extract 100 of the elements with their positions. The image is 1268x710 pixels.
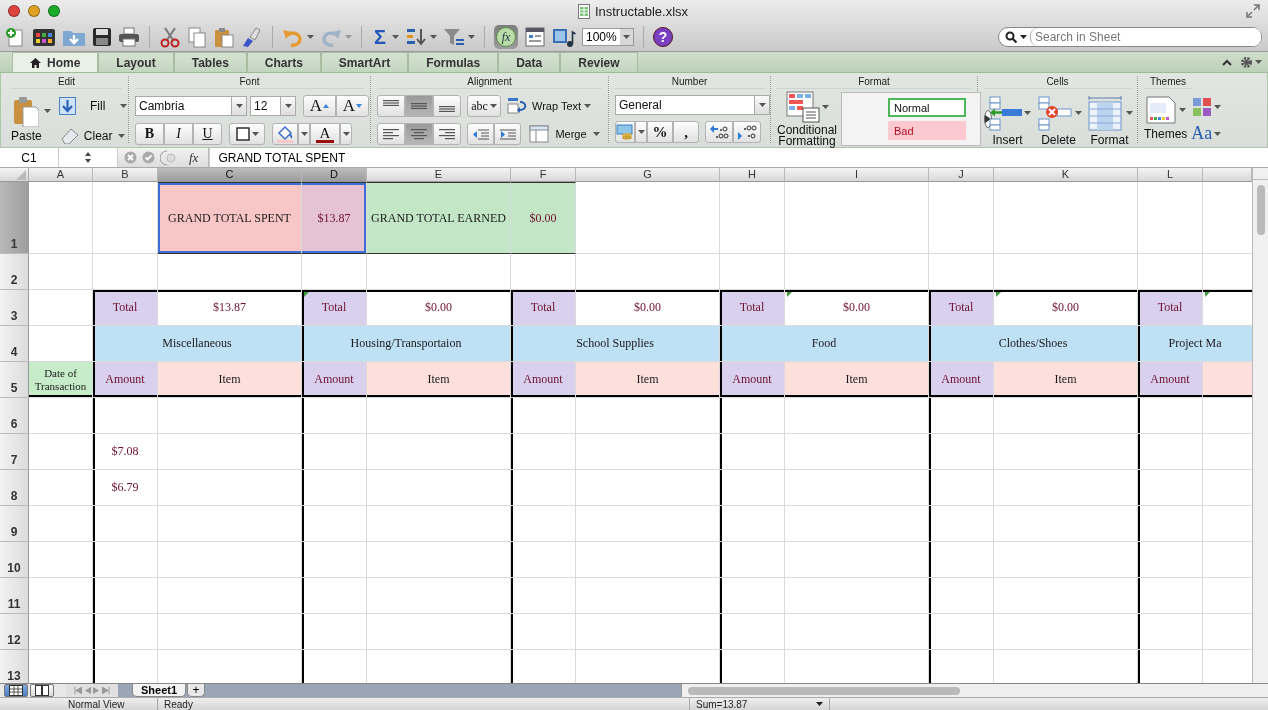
settings-icon[interactable]: [1240, 55, 1253, 69]
orientation-button[interactable]: abc: [467, 95, 501, 117]
currency-menu[interactable]: [635, 121, 647, 143]
column-header[interactable]: D: [302, 168, 367, 182]
zoom-field[interactable]: 100%: [582, 28, 634, 46]
row-header[interactable]: 11: [0, 578, 29, 614]
row-header[interactable]: 13: [0, 650, 29, 683]
view-button[interactable]: [30, 684, 54, 697]
wrap-text-button[interactable]: Wrap Text: [507, 95, 592, 117]
column-header[interactable]: [1203, 168, 1252, 182]
help-button[interactable]: ?: [653, 27, 673, 47]
decrease-indent-button[interactable]: [467, 123, 494, 145]
row-header[interactable]: 6: [0, 398, 29, 434]
sheet-tab[interactable]: Sheet1: [132, 684, 187, 697]
merge-button[interactable]: Merge: [529, 123, 600, 145]
fill-color-menu[interactable]: [298, 123, 310, 145]
zoom-button[interactable]: [48, 5, 60, 17]
close-button[interactable]: [8, 5, 20, 17]
ribbon-tab[interactable]: Home: [12, 52, 99, 72]
paste-button[interactable]: Paste: [11, 95, 42, 143]
row-header[interactable]: 9: [0, 506, 29, 542]
row-header[interactable]: 4: [0, 326, 29, 362]
row-header[interactable]: 10: [0, 542, 29, 578]
filter-icon[interactable]: [443, 26, 465, 48]
gallery-icon[interactable]: [32, 26, 56, 48]
column-header[interactable]: L: [1138, 168, 1203, 182]
brush-icon[interactable]: [241, 26, 263, 48]
add-sheet-button[interactable]: +: [187, 684, 206, 697]
align-button[interactable]: [405, 123, 433, 145]
copy-icon[interactable]: [187, 26, 207, 48]
cells-format-button[interactable]: Format: [1086, 95, 1133, 147]
conditional-formatting-button[interactable]: Conditional Formatting: [777, 91, 837, 147]
cells-delete-button[interactable]: Delete: [1035, 95, 1082, 147]
column-header[interactable]: B: [93, 168, 158, 182]
theme-fonts-button[interactable]: Aa: [1191, 123, 1222, 144]
ribbon-tab[interactable]: Charts: [246, 52, 321, 72]
column-header[interactable]: H: [720, 168, 785, 182]
percent-button[interactable]: %: [647, 121, 673, 143]
minimize-button[interactable]: [28, 5, 40, 17]
ribbon-tab[interactable]: Data: [498, 52, 561, 72]
increase-decimal-button[interactable]: [705, 121, 733, 143]
grow-font-button[interactable]: A: [303, 95, 336, 117]
new-document-icon[interactable]: [4, 26, 26, 48]
ribbon-tab[interactable]: Review: [560, 52, 638, 72]
ribbon-tab[interactable]: Tables: [173, 52, 247, 72]
column-header[interactable]: J: [929, 168, 994, 182]
formula-field[interactable]: GRAND TOTAL SPENT: [209, 148, 1268, 167]
column-header[interactable]: G: [576, 168, 720, 182]
comma-button[interactable]: ,: [673, 121, 699, 143]
view-button[interactable]: [4, 684, 28, 697]
theme-colors-icon[interactable]: [1191, 97, 1212, 117]
column-header[interactable]: E: [367, 168, 511, 182]
shrink-font-button[interactable]: A: [336, 95, 369, 117]
bold-button[interactable]: B: [135, 123, 164, 145]
italic-button[interactable]: I: [164, 123, 193, 145]
toolbox-icon[interactable]: [524, 26, 546, 48]
align-button[interactable]: [405, 95, 433, 117]
scroll-thumb[interactable]: [1256, 185, 1265, 235]
formula-builder-button[interactable]: fx: [494, 25, 518, 49]
fill-button[interactable]: Fill: [58, 95, 127, 117]
font-name-field[interactable]: Cambria: [135, 96, 247, 116]
row-header[interactable]: 8: [0, 470, 29, 506]
clipboard-icon[interactable]: [213, 26, 235, 48]
ribbon-tab[interactable]: Formulas: [408, 52, 499, 72]
font-color-button[interactable]: A: [310, 123, 340, 145]
column-header[interactable]: F: [511, 168, 576, 182]
sum-field[interactable]: Sum=13.87: [690, 698, 830, 710]
align-button[interactable]: [433, 95, 461, 117]
align-button[interactable]: [377, 95, 405, 117]
column-header[interactable]: K: [994, 168, 1138, 182]
align-button[interactable]: [377, 123, 405, 145]
ribbon-tab[interactable]: Layout: [98, 52, 174, 72]
print-icon[interactable]: [118, 26, 140, 48]
font-size-field[interactable]: 12: [250, 96, 296, 116]
cell-style-swatch[interactable]: Normal: [888, 98, 966, 117]
column-header[interactable]: I: [785, 168, 929, 182]
sort-icon[interactable]: [405, 26, 427, 48]
underline-button[interactable]: U: [193, 123, 222, 145]
film-music-icon[interactable]: [552, 26, 576, 48]
collapse-icon[interactable]: [1222, 58, 1232, 66]
decrease-decimal-button[interactable]: [733, 121, 761, 143]
row-header[interactable]: 12: [0, 614, 29, 650]
row-header[interactable]: 7: [0, 434, 29, 470]
borders-button[interactable]: [229, 123, 265, 145]
scroll-thumb[interactable]: [688, 686, 960, 695]
fill-color-button[interactable]: [272, 123, 298, 145]
enter-icon[interactable]: [142, 151, 155, 164]
autosum-button[interactable]: Σ: [371, 25, 389, 49]
cell-style-swatch[interactable]: Bad: [888, 121, 966, 140]
column-header[interactable]: A: [29, 168, 93, 182]
increase-indent-button[interactable]: [494, 123, 521, 145]
cells-insert-button[interactable]: Insert: [984, 95, 1031, 147]
align-button[interactable]: [433, 123, 461, 145]
save-icon[interactable]: [92, 26, 112, 48]
search-field[interactable]: Search in Sheet: [998, 27, 1262, 47]
scissors-icon[interactable]: [159, 26, 181, 48]
row-header[interactable]: 1: [0, 182, 29, 254]
row-header[interactable]: 5: [0, 362, 29, 398]
clear-button[interactable]: Clear: [58, 125, 127, 147]
formula-builder-button[interactable]: fx: [185, 149, 203, 166]
